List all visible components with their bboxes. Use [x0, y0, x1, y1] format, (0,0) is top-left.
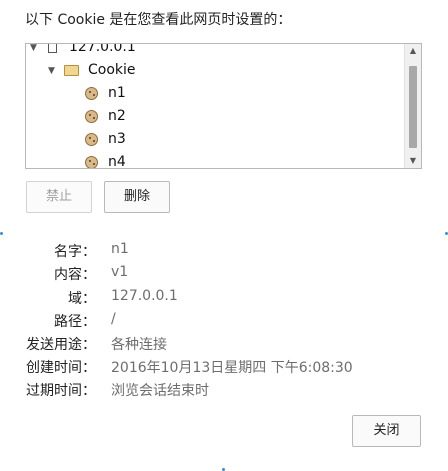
tree-node-host-label: 127.0.0.1 [69, 43, 136, 55]
tree-node-cookie[interactable]: n1 [26, 82, 403, 104]
created-value: 2016年10月13日星期四 下午6:08:30 [111, 360, 353, 376]
cookie-icon [85, 110, 98, 123]
tree-node-folder[interactable]: ▼ Cookie [26, 59, 403, 81]
content-label: 内容： [54, 267, 96, 283]
cookie-dialog: 以下 Cookie 是在您查看此网页时设置的： ▼ 127.0.0.1 ▼ Co… [0, 0, 448, 471]
resize-handle-left[interactable] [0, 232, 3, 235]
expires-value: 浏览会话结束时 [111, 383, 209, 399]
cookie-tree[interactable]: ▼ 127.0.0.1 ▼ Cookie n1 n2 n3 n4 ▲ ▼ [25, 43, 422, 169]
expires-label: 过期时间： [26, 383, 96, 399]
domain-value: 127.0.0.1 [111, 288, 178, 304]
cookie-icon [85, 133, 98, 146]
expand-triangle-icon[interactable]: ▼ [30, 44, 37, 59]
tree-node-folder-label: Cookie [88, 62, 136, 78]
tree-node-cookie[interactable]: n3 [26, 128, 403, 150]
send-for-label: 发送用途： [26, 337, 96, 353]
name-label: 名字： [54, 244, 96, 260]
tree-node-cookie[interactable]: n4 [26, 151, 403, 169]
tree-node-cookie-label: n1 [108, 85, 126, 101]
dialog-header: 以下 Cookie 是在您查看此网页时设置的： [25, 12, 292, 28]
path-value: / [111, 311, 116, 327]
block-button[interactable]: 禁止 [26, 181, 92, 213]
content-value: v1 [111, 264, 129, 280]
name-value: n1 [111, 241, 129, 257]
tree-node-cookie-label: n2 [108, 108, 126, 124]
tree-scrollbar[interactable]: ▲ ▼ [404, 44, 421, 168]
domain-label: 域： [68, 291, 96, 307]
cookie-icon [85, 87, 98, 100]
created-label: 创建时间： [26, 360, 96, 376]
scrollbar-thumb[interactable] [409, 66, 417, 148]
tree-node-host[interactable]: ▼ 127.0.0.1 [26, 43, 403, 59]
tree-node-cookie-label: n3 [108, 131, 126, 147]
folder-icon [64, 65, 79, 76]
close-button[interactable]: 关闭 [352, 415, 421, 447]
tree-node-cookie[interactable]: n2 [26, 105, 403, 127]
expand-triangle-icon[interactable]: ▼ [48, 60, 55, 82]
cookie-icon [85, 156, 98, 168]
scroll-down-icon[interactable]: ▼ [405, 154, 421, 168]
path-label: 路径： [54, 314, 96, 330]
send-for-value: 各种连接 [111, 337, 167, 353]
document-icon [48, 44, 57, 53]
scroll-up-icon[interactable]: ▲ [405, 44, 421, 58]
tree-node-cookie-label: n4 [108, 154, 126, 169]
delete-button[interactable]: 删除 [104, 181, 170, 213]
